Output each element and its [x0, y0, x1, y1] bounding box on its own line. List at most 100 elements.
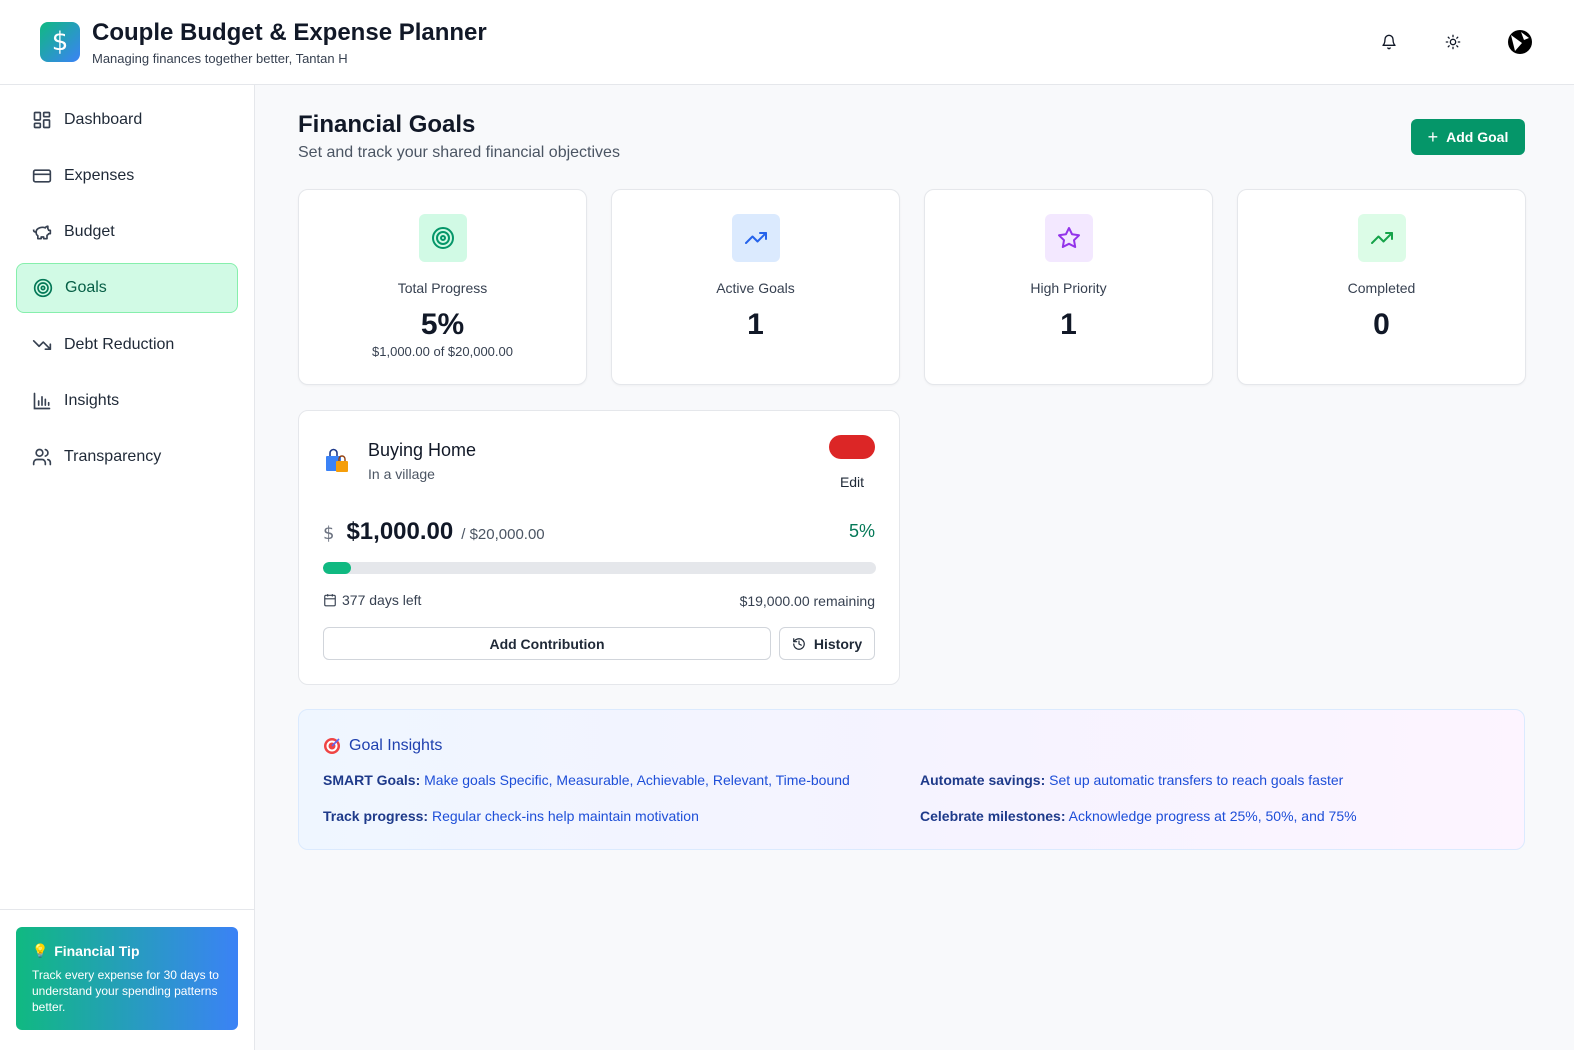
sidebar-divider: [0, 909, 254, 910]
insight-item-text: Set up automatic transfers to reach goal…: [1045, 772, 1344, 788]
sidebar-item-label: Transparency: [64, 448, 162, 465]
stat-sub: $1,000.00 of $20,000.00: [372, 344, 513, 359]
goal-current-amount: $1,000.00: [346, 518, 454, 545]
sidebar-item-budget[interactable]: Budget: [16, 208, 238, 256]
stat-icon-bg: [732, 214, 780, 262]
stat-icon-bg: [1358, 214, 1406, 262]
amount-remaining: $19,000.00 remaining: [739, 593, 875, 609]
piggy-bank-icon: [32, 225, 52, 240]
insight-item: Track progress: Regular check-ins help m…: [323, 808, 699, 824]
star-icon: [1058, 227, 1080, 248]
avatar[interactable]: [1504, 26, 1536, 58]
app-logo-icon: $: [40, 22, 80, 62]
trending-up-icon: [1371, 232, 1393, 244]
history-icon: [793, 637, 805, 650]
sidebar-item-transparency[interactable]: Transparency: [16, 433, 238, 481]
goal-percent: 5%: [848, 521, 875, 541]
goal-description: In a village: [368, 466, 435, 482]
sidebar: Dashboard Expenses Budget Goals Debt Red…: [0, 85, 255, 1050]
bell-icon: [1382, 34, 1396, 50]
goal-amount: $ $1,000.00 / $20,000.00: [323, 518, 545, 546]
calendar-icon: [324, 594, 336, 607]
users-icon: [32, 448, 52, 466]
stat-value: 1: [1060, 308, 1077, 341]
goal-insights-title-text: Goal Insights: [349, 737, 443, 754]
add-goal-label: Add Goal: [1446, 129, 1509, 145]
stat-icon-bg: [1045, 214, 1093, 262]
sidebar-item-label: Goals: [65, 279, 107, 296]
app-subtitle: Managing finances together better, Tanta…: [92, 51, 348, 66]
insight-item-text: Regular check-ins help maintain motivati…: [428, 808, 699, 824]
sidebar-item-label: Budget: [64, 223, 115, 240]
stat-label: Completed: [1347, 280, 1416, 296]
insight-item-heading: SMART Goals:: [323, 772, 421, 788]
notifications-button[interactable]: [1373, 26, 1405, 58]
bar-chart-icon: [33, 392, 51, 410]
insight-item-text: Make goals Specific, Measurable, Achieva…: [420, 772, 850, 788]
stat-value: 0: [1373, 308, 1390, 341]
insight-item: Automate savings: Set up automatic trans…: [920, 772, 1343, 788]
page-subtitle: Set and track your shared financial obje…: [298, 144, 620, 161]
edit-goal-button[interactable]: Edit: [826, 474, 878, 494]
sidebar-item-label: Insights: [64, 392, 120, 409]
add-goal-button[interactable]: + Add Goal: [1411, 119, 1525, 155]
credit-card-icon: [32, 169, 52, 183]
history-button[interactable]: History: [779, 627, 875, 660]
avatar-icon: [1508, 30, 1532, 54]
days-left: 377 days left: [323, 592, 421, 608]
stat-value: 1: [747, 308, 764, 341]
sidebar-item-goals[interactable]: Goals: [16, 263, 238, 313]
sidebar-item-expenses[interactable]: Expenses: [16, 152, 238, 200]
tip-title: 💡 Financial Tip: [32, 943, 222, 959]
page-title: Financial Goals: [298, 111, 476, 138]
insight-item-text: Acknowledge progress at 25%, 50%, and 75…: [1065, 808, 1357, 824]
goal-progress-bar: [323, 562, 876, 574]
goal-insights-title: Goal Insights: [323, 737, 442, 755]
goal-insights-panel: Goal Insights SMART Goals: Make goals Sp…: [298, 709, 1525, 850]
sun-icon: [1445, 34, 1461, 50]
sidebar-item-dashboard[interactable]: Dashboard: [16, 96, 238, 144]
financial-tip-card: 💡 Financial Tip Track every expense for …: [16, 927, 238, 1030]
stat-value: 5%: [420, 308, 465, 341]
stat-card-high-priority: High Priority 1: [924, 189, 1213, 385]
add-contribution-button[interactable]: Add Contribution: [323, 627, 771, 660]
sidebar-item-label: Debt Reduction: [64, 336, 175, 353]
stat-card-active-goals: Active Goals 1: [611, 189, 900, 385]
insight-item-heading: Track progress:: [323, 808, 429, 824]
shopping-bags-icon: [326, 448, 348, 472]
sidebar-item-label: Expenses: [64, 167, 135, 184]
tip-text: Track every expense for 30 days to under…: [32, 968, 219, 1014]
trending-up-icon: [745, 232, 767, 244]
stat-card-completed: Completed 0: [1237, 189, 1526, 385]
app-header: $ Couple Budget & Expense Planner Managi…: [0, 0, 1574, 85]
tip-title-text: Financial Tip: [54, 943, 140, 959]
stat-card-total-progress: Total Progress 5% $1,000.00 of $20,000.0…: [298, 189, 587, 385]
target-icon: [432, 227, 454, 249]
stat-label: Total Progress: [397, 280, 488, 296]
insight-item: Celebrate milestones: Acknowledge progre…: [920, 808, 1357, 824]
dollar-icon: $: [323, 523, 335, 544]
lightbulb-icon: 💡: [32, 943, 49, 959]
insight-item: SMART Goals: Make goals Specific, Measur…: [323, 772, 850, 788]
days-left-text: 377 days left: [342, 592, 422, 608]
stat-icon-bg: [419, 214, 467, 262]
insight-item-heading: Celebrate milestones:: [920, 808, 1066, 824]
sidebar-item-debt-reduction[interactable]: Debt Reduction: [16, 321, 238, 369]
target-icon: [33, 278, 53, 298]
goal-progress-fill: [323, 562, 351, 574]
plus-icon: +: [1427, 126, 1439, 147]
goal-target-amount: / $20,000.00: [461, 526, 545, 543]
sidebar-item-label: Dashboard: [64, 111, 143, 128]
goal-card: Buying Home In a village Edit $ $1,000.0…: [298, 410, 900, 685]
trending-down-icon: [32, 340, 52, 350]
dashboard-icon: [33, 111, 51, 129]
sidebar-item-insights[interactable]: Insights: [16, 377, 238, 425]
history-label: History: [813, 635, 863, 652]
dart-target-icon: [324, 738, 340, 754]
priority-badge: [829, 435, 875, 459]
theme-toggle-button[interactable]: [1437, 26, 1469, 58]
goal-name: Buying Home: [368, 440, 477, 460]
app-title: Couple Budget & Expense Planner: [92, 19, 487, 46]
stat-label: High Priority: [1030, 280, 1107, 296]
insight-item-heading: Automate savings:: [920, 772, 1046, 788]
